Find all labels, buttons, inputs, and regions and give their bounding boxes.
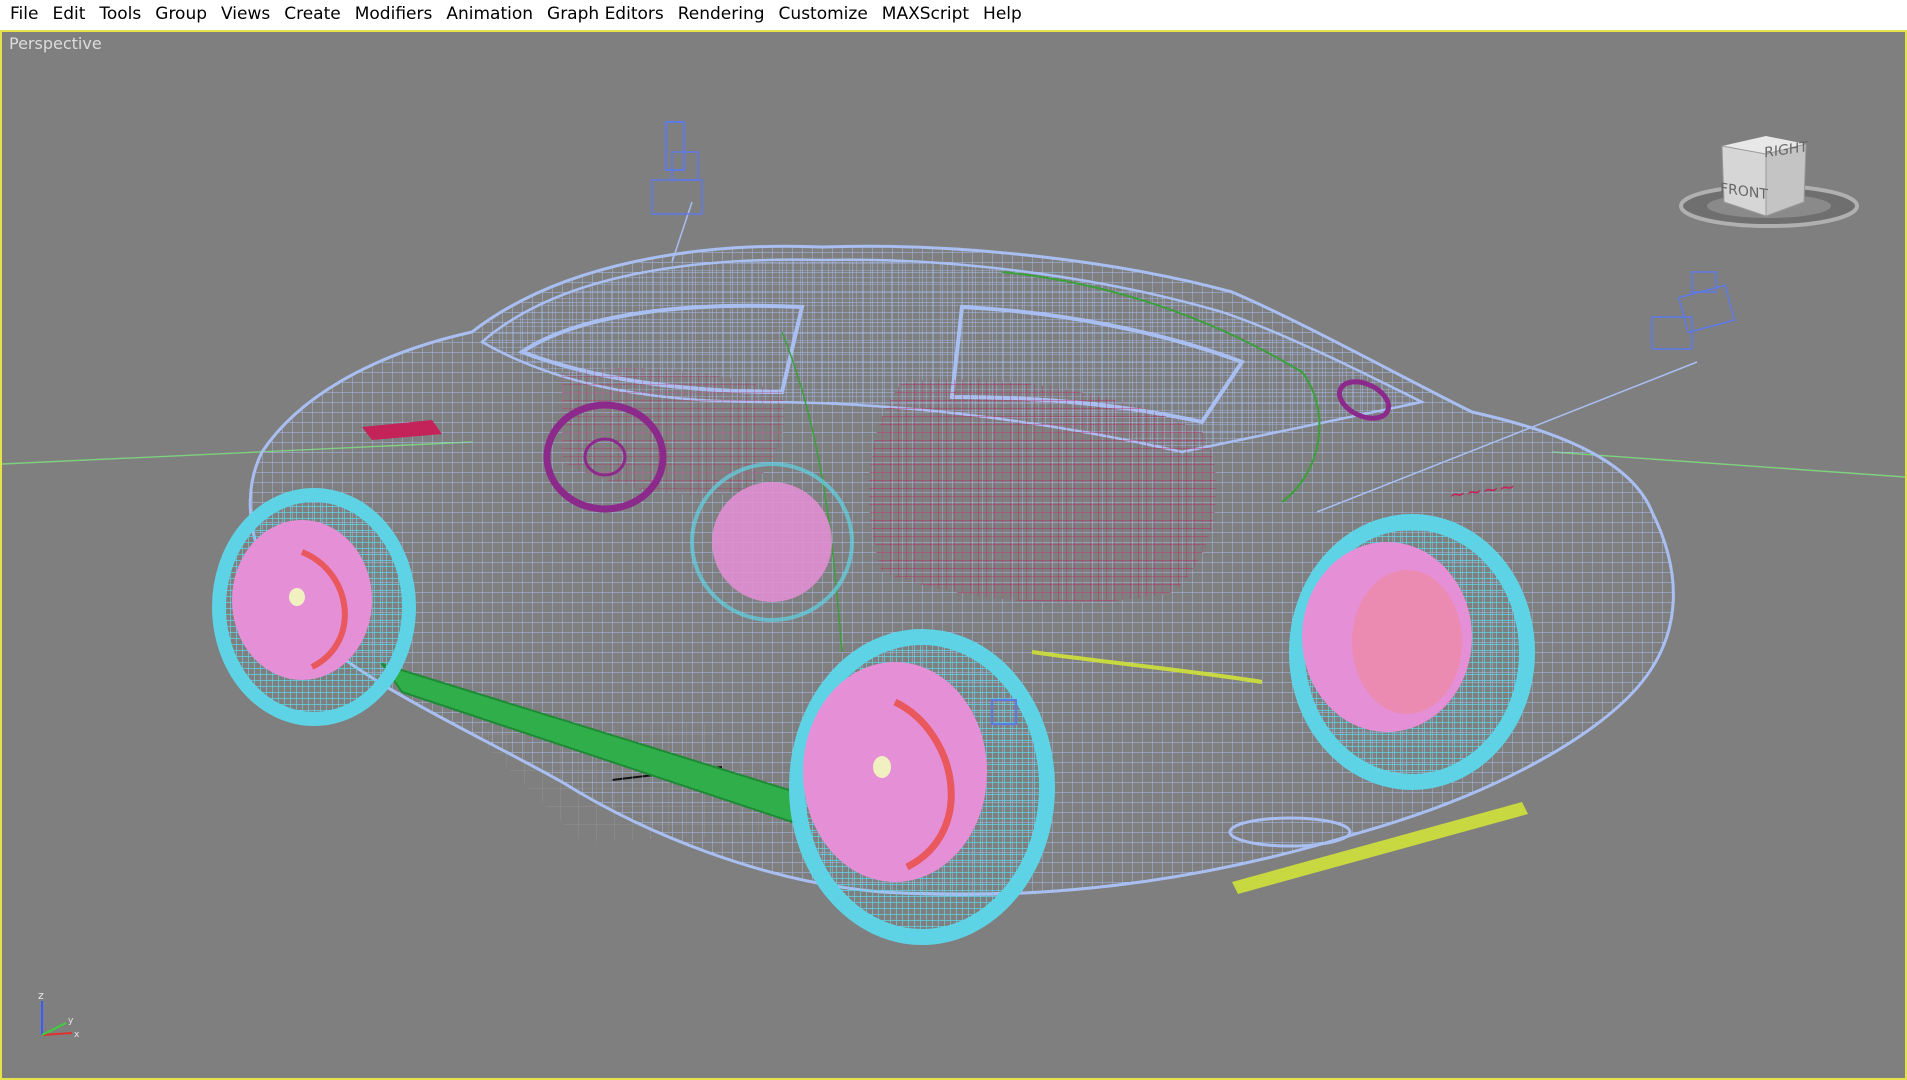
menu-group[interactable]: Group xyxy=(149,0,215,28)
seat-disc xyxy=(712,482,832,602)
axis-z-label: z xyxy=(38,989,44,1002)
menu-tools[interactable]: Tools xyxy=(93,0,149,28)
perspective-viewport[interactable]: Perspective ~~~~ FRONT RIGHT z x y xyxy=(0,30,1907,1080)
axis-tripod-icon: z x y xyxy=(38,989,80,1040)
camera-top-icon xyxy=(651,121,703,263)
viewcube-icon[interactable]: FRONT RIGHT xyxy=(1674,128,1864,248)
menu-views[interactable]: Views xyxy=(215,0,278,28)
wheel-front-left xyxy=(212,488,416,726)
menu-edit[interactable]: Edit xyxy=(46,0,93,28)
menu-modifiers[interactable]: Modifiers xyxy=(349,0,441,28)
menu-graph-editors[interactable]: Graph Editors xyxy=(541,0,672,28)
car-wireframe-scene: ~~~~ xyxy=(2,121,1905,945)
interior-dash xyxy=(562,368,785,496)
menu-maxscript[interactable]: MAXScript xyxy=(876,0,977,28)
wheel-front-right xyxy=(789,629,1055,945)
menu-help[interactable]: Help xyxy=(977,0,1030,28)
menu-file[interactable]: File xyxy=(4,0,46,28)
menu-rendering[interactable]: Rendering xyxy=(672,0,773,28)
wheel-rear-right xyxy=(1289,514,1535,790)
menu-customize[interactable]: Customize xyxy=(773,0,876,28)
menu-create[interactable]: Create xyxy=(278,0,349,28)
menu-animation[interactable]: Animation xyxy=(440,0,541,28)
menu-bar: File Edit Tools Group Views Create Modif… xyxy=(0,0,1907,28)
axis-x-label: x xyxy=(74,1030,80,1040)
axis-y-label: y xyxy=(68,1016,74,1026)
